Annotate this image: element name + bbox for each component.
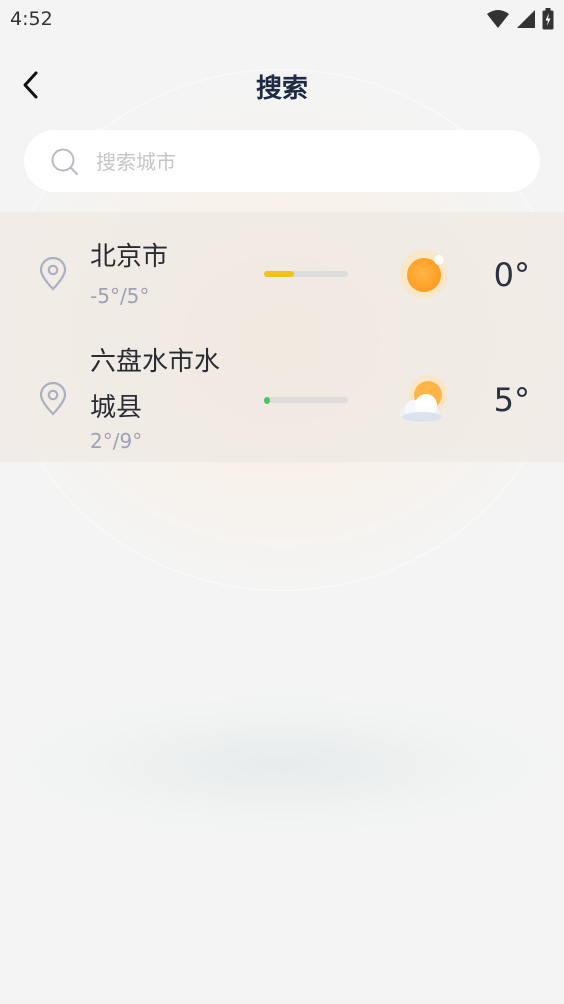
location-pin-icon xyxy=(39,257,67,291)
list-item-city[interactable]: 北京市 -5°/5° 0° xyxy=(0,212,564,337)
air-quality-bar xyxy=(264,396,348,404)
signal-icon xyxy=(517,10,535,28)
city-name: 六盘水市水 城县 xyxy=(90,339,220,431)
air-quality-bar-fill xyxy=(264,271,294,277)
air-quality-bar-fill xyxy=(264,396,270,404)
search-input[interactable] xyxy=(94,145,518,179)
list-item-city[interactable]: 六盘水市水 城县 2°/9° 5° xyxy=(0,337,564,462)
page-title: 搜索 xyxy=(255,74,308,104)
current-temperature: 0° xyxy=(493,256,530,294)
city-name-line-1: 六盘水市水 xyxy=(90,347,221,377)
location-pin-icon xyxy=(39,382,67,416)
status-icons xyxy=(486,8,554,30)
current-temperature: 5° xyxy=(493,381,530,419)
wifi-icon xyxy=(487,10,509,28)
battery-icon xyxy=(542,8,554,30)
temperature-range: -5°/5° xyxy=(90,284,150,308)
city-name-line-2: 城县 xyxy=(90,393,143,423)
partly-cloudy-icon xyxy=(400,375,448,423)
search-icon xyxy=(51,148,78,175)
city-list: 北京市 -5°/5° 0° 六盘水市水 城县 2°/9° 5° xyxy=(0,212,564,462)
city-name: 北京市 xyxy=(90,242,169,272)
sunny-icon xyxy=(400,250,448,298)
header: 搜索 xyxy=(0,58,564,112)
air-quality-bar xyxy=(264,271,348,277)
temperature-range: 2°/9° xyxy=(90,429,143,453)
status-bar: 4:52 xyxy=(0,0,564,38)
background-haze xyxy=(2,690,562,840)
status-time: 4:52 xyxy=(10,8,53,30)
